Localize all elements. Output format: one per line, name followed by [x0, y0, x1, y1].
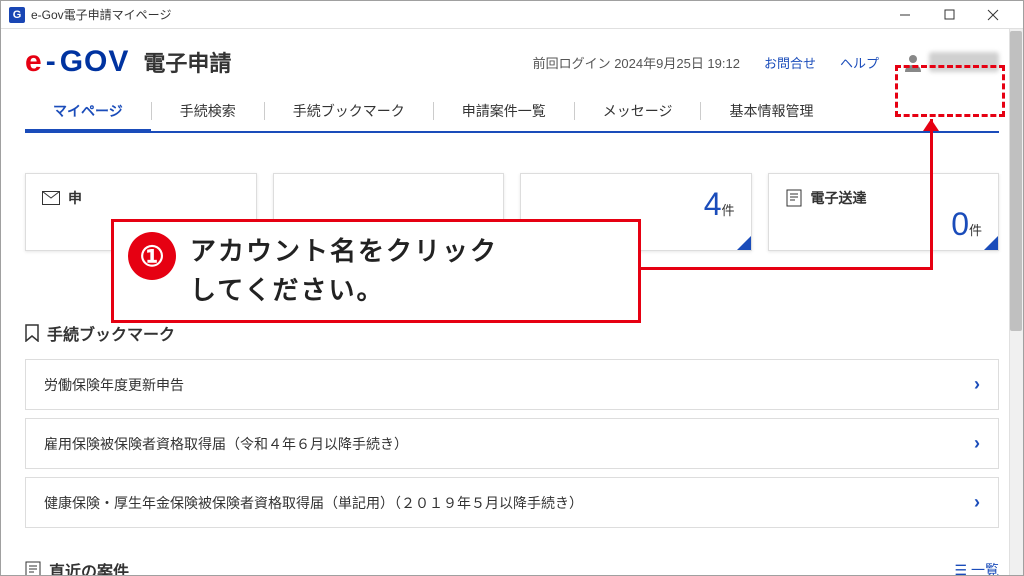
logo-e: e [25, 45, 42, 79]
bookmark-section: 手続ブックマーク 労働保険年度更新申告 › 雇用保険被保険者資格取得届（令和４年… [25, 321, 999, 528]
envelope-icon [42, 189, 60, 207]
bookmark-list: 労働保険年度更新申告 › 雇用保険被保険者資格取得届（令和４年６月以降手続き） … [25, 359, 999, 528]
help-link[interactable]: ヘルプ [840, 53, 879, 72]
account-menu[interactable] [903, 52, 999, 72]
bookmark-item[interactable]: 雇用保険被保険者資格取得届（令和４年６月以降手続き） › [25, 418, 999, 469]
tab-bookmark[interactable]: 手続ブックマーク [265, 91, 433, 131]
window-title: e-Gov電子申請マイページ [31, 6, 883, 23]
app-window: G e-Gov電子申請マイページ e - GOV 電子申請 [0, 0, 1024, 576]
tab-basicinfo[interactable]: 基本情報管理 [701, 91, 841, 131]
last-login: 前回ログイン 2024年9月25日 19:12 [533, 53, 740, 72]
recent-section-header: 直近の案件 ☰ 一覧 [25, 558, 999, 575]
instruction-callout: ① アカウント名をクリック してください。 [111, 219, 641, 323]
section-title: 手続ブックマーク [25, 321, 999, 345]
card-title: 申 [68, 188, 82, 208]
maximize-button[interactable] [927, 1, 971, 29]
annotation-arrow-vertical [930, 119, 933, 269]
card-value: 0 [951, 206, 969, 242]
card-title: 電子送達 [811, 188, 867, 208]
page-header: e - GOV 電子申請 前回ログイン 2024年9月25日 19:12 お問合… [25, 29, 999, 91]
nav-tabs: マイページ 手続検索 手続ブックマーク 申請案件一覧 メッセージ 基本情報管理 [25, 91, 999, 133]
list-icon: ☰ [954, 562, 967, 576]
view-all-link[interactable]: ☰ 一覧 [954, 560, 999, 575]
logo-gov: GOV [60, 45, 130, 79]
header-right: 前回ログイン 2024年9月25日 19:12 お問合せ ヘルプ [533, 52, 999, 72]
card-unit: 件 [721, 203, 734, 218]
callout-text: アカウント名をクリック してください。 [190, 232, 498, 310]
logo-dash: - [46, 45, 56, 79]
card-unit: 件 [969, 223, 982, 238]
tab-search[interactable]: 手続検索 [152, 91, 264, 131]
title-bar: G e-Gov電子申請マイページ [1, 1, 1023, 29]
user-icon [903, 52, 923, 72]
close-button[interactable] [971, 1, 1015, 29]
chevron-right-icon: › [974, 374, 980, 395]
document-icon [785, 189, 803, 207]
card-corner-icon [737, 236, 751, 250]
logo[interactable]: e - GOV 電子申請 [25, 45, 231, 79]
bookmark-label: 労働保険年度更新申告 [44, 375, 184, 395]
callout-number-badge: ① [128, 232, 176, 280]
bookmark-label: 健康保険・厚生年金保険被保険者資格取得届（単記用）（２０１９年５月以降手続き） [44, 493, 583, 513]
card-edelivery[interactable]: 電子送達 0件 [768, 173, 1000, 251]
chevron-right-icon: › [974, 492, 980, 513]
content-area: e - GOV 電子申請 前回ログイン 2024年9月25日 19:12 お問合… [1, 29, 1023, 575]
app-favicon: G [9, 7, 25, 23]
contact-link[interactable]: お問合せ [764, 53, 816, 72]
bookmark-icon [25, 324, 39, 342]
bookmark-item[interactable]: 健康保険・厚生年金保険被保険者資格取得届（単記用）（２０１９年５月以降手続き） … [25, 477, 999, 528]
card-value: 4 [704, 186, 722, 222]
annotation-arrow-head [923, 119, 939, 131]
account-name-redacted [929, 52, 999, 72]
logo-subtitle: 電子申請 [143, 46, 231, 78]
bookmark-label: 雇用保険被保険者資格取得届（令和４年６月以降手続き） [44, 434, 408, 454]
card-corner-icon [984, 236, 998, 250]
tab-applications[interactable]: 申請案件一覧 [434, 91, 574, 131]
bookmark-item[interactable]: 労働保険年度更新申告 › [25, 359, 999, 410]
chevron-right-icon: › [974, 433, 980, 454]
minimize-button[interactable] [883, 1, 927, 29]
tab-mypage[interactable]: マイページ [25, 91, 151, 131]
tab-messages[interactable]: メッセージ [575, 91, 701, 131]
window-controls [883, 1, 1015, 29]
annotation-arrow-horizontal [641, 267, 933, 270]
section-title: 直近の案件 [25, 558, 129, 575]
document-icon [25, 561, 41, 575]
